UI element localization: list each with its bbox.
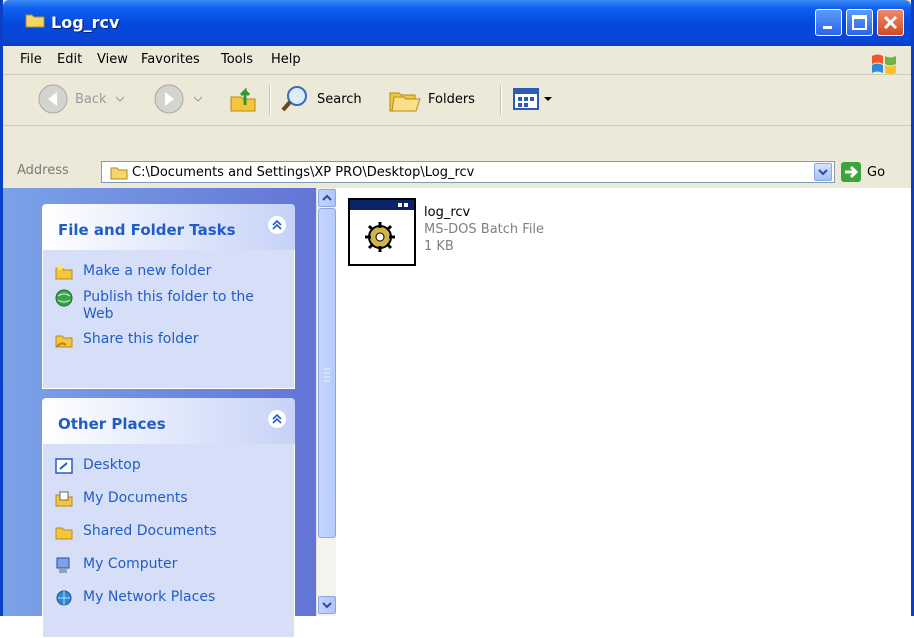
other-places-panel: Other Places Desktop My Documents Shared…: [42, 398, 295, 638]
file-size: 1 KB: [424, 239, 454, 254]
file-type: MS-DOS Batch File: [424, 222, 545, 237]
new-folder-icon: [55, 264, 73, 280]
publish-web-icon: [55, 289, 73, 307]
title-bar[interactable]: Log_rcv: [3, 0, 911, 46]
address-bar: Address C:\Documents and Settings\XP PRO…: [3, 157, 911, 187]
minimize-button[interactable]: [815, 9, 842, 36]
up-folder-icon: [230, 87, 256, 112]
shared-documents-icon: [55, 527, 73, 540]
back-label: Back: [75, 91, 107, 107]
window-title: Log_rcv: [51, 13, 120, 32]
place-label: My Network Places: [83, 589, 216, 605]
go-arrow-icon: [841, 162, 861, 182]
maximize-button[interactable]: [846, 9, 873, 36]
menu-favorites[interactable]: Favorites: [141, 52, 200, 67]
desktop-link[interactable]: Desktop: [43, 454, 294, 487]
panel-title: File and Folder Tasks: [58, 221, 236, 239]
content-area: File and Folder Tasks Make a new folder …: [3, 188, 911, 638]
back-arrow-icon: [38, 84, 68, 114]
toolbar-separator: [269, 85, 271, 115]
file-item[interactable]: log_rcv MS-DOS Batch File 1 KB: [348, 198, 544, 266]
task-pane: File and Folder Tasks Make a new folder …: [3, 188, 316, 638]
scroll-down-button[interactable]: [318, 596, 336, 614]
panel-header[interactable]: Other Places: [42, 398, 295, 444]
up-folder-button[interactable]: [227, 81, 259, 117]
panel-title: Other Places: [58, 415, 166, 433]
panel-body: Make a new folder Publish this folder to…: [42, 250, 295, 389]
panel-body: Desktop My Documents Shared Documents My…: [42, 444, 295, 638]
explorer-window: Log_rcv File Edit View Favorites Tools H…: [0, 0, 914, 638]
chevron-down-icon: [544, 97, 552, 101]
file-name: log_rcv: [424, 205, 471, 220]
toolbar: Back Search Folders: [3, 75, 911, 126]
chevron-up-icon: [322, 194, 332, 201]
address-field[interactable]: C:\Documents and Settings\XP PRO\Desktop…: [101, 161, 835, 183]
place-label: Desktop: [83, 457, 141, 473]
windows-logo-icon: [872, 54, 896, 75]
network-places-icon: [56, 590, 72, 606]
task-pane-scrollbar[interactable]: [316, 188, 337, 616]
collapse-icon[interactable]: [267, 409, 287, 429]
share-folder-link[interactable]: Share this folder: [43, 328, 294, 354]
scroll-up-button[interactable]: [318, 189, 336, 207]
maximize-icon: [852, 15, 867, 30]
menu-help[interactable]: Help: [271, 52, 301, 67]
folders-icon: [389, 92, 421, 112]
close-button[interactable]: [877, 9, 904, 36]
menu-bar: File Edit View Favorites Tools Help: [3, 46, 911, 75]
search-button[interactable]: Search: [279, 81, 362, 117]
go-button[interactable]: Go: [841, 162, 885, 182]
share-folder-icon: [55, 335, 73, 348]
close-icon: [883, 15, 898, 30]
search-label: Search: [317, 91, 362, 107]
collapse-icon[interactable]: [267, 215, 287, 235]
make-new-folder-link[interactable]: Make a new folder: [43, 260, 294, 286]
batch-file-icon: [348, 198, 416, 266]
place-label: My Computer: [83, 556, 178, 572]
menu-view[interactable]: View: [97, 52, 128, 67]
address-label: Address: [17, 163, 69, 178]
task-label: Share this folder: [83, 331, 199, 347]
go-label: Go: [867, 164, 886, 180]
chevron-down-icon: [322, 602, 332, 609]
minimize-icon: [823, 26, 832, 29]
folders-button[interactable]: Folders: [388, 81, 475, 117]
toolbar-separator: [500, 85, 502, 115]
folder-icon: [110, 167, 128, 180]
task-label: Make a new folder: [83, 263, 212, 279]
address-dropdown-button[interactable]: [814, 163, 832, 181]
my-documents-link[interactable]: My Documents: [43, 487, 294, 520]
menu-file[interactable]: File: [20, 52, 42, 67]
forward-button[interactable]: [153, 81, 205, 117]
chevron-down-icon: [115, 96, 124, 102]
chevron-down-icon: [818, 169, 828, 176]
back-button[interactable]: Back: [37, 81, 127, 117]
address-path: C:\Documents and Settings\XP PRO\Desktop…: [132, 165, 475, 180]
place-label: Shared Documents: [83, 523, 217, 539]
file-list: log_rcv MS-DOS Batch File 1 KB: [336, 188, 911, 616]
file-folder-tasks-panel: File and Folder Tasks Make a new folder …: [42, 204, 295, 389]
my-documents-icon: [55, 491, 73, 507]
forward-arrow-icon: [154, 84, 184, 114]
views-button[interactable]: [511, 81, 553, 117]
search-icon: [281, 86, 307, 112]
my-network-places-link[interactable]: My Network Places: [43, 586, 294, 612]
panel-header[interactable]: File and Folder Tasks: [42, 204, 295, 250]
desktop-icon: [55, 458, 73, 474]
my-computer-icon: [56, 557, 70, 573]
chevron-down-icon: [193, 96, 203, 102]
menu-tools[interactable]: Tools: [221, 52, 253, 67]
menu-edit[interactable]: Edit: [57, 52, 82, 67]
folders-label: Folders: [428, 91, 475, 107]
views-icon: [513, 88, 539, 110]
shared-documents-link[interactable]: Shared Documents: [43, 520, 294, 553]
scroll-thumb[interactable]: [318, 208, 336, 538]
publish-folder-link[interactable]: Publish this folder to the Web: [43, 286, 294, 328]
task-label: Publish this folder to the Web: [83, 289, 254, 322]
place-label: My Documents: [83, 490, 188, 506]
folder-icon: [25, 14, 45, 28]
my-computer-link[interactable]: My Computer: [43, 553, 294, 586]
